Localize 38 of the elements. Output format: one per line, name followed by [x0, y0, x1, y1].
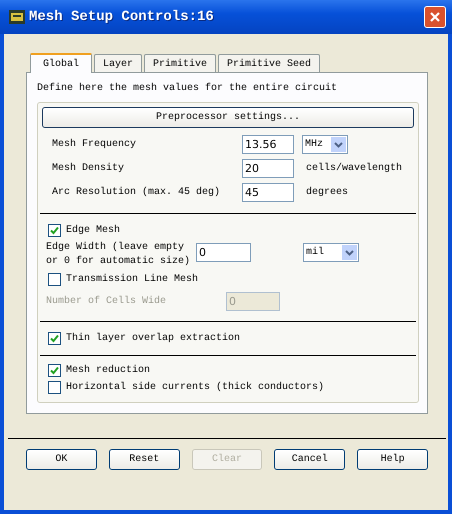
dialog-button[interactable]: Help: [357, 449, 428, 470]
caret-icon: [345, 250, 354, 256]
checkbox[interactable]: [48, 332, 61, 345]
unit-dropdown[interactable]: MHz: [302, 135, 348, 154]
window-title: Mesh Setup Controls:16: [29, 9, 215, 25]
tab[interactable]: Layer: [94, 54, 142, 72]
field-label: Edge Width (leave empty or 0 for automatic size): [46, 241, 192, 269]
caret-icon: [334, 142, 343, 148]
dialog-button[interactable]: OK: [26, 449, 97, 470]
input-field[interactable]: 45: [242, 183, 294, 202]
close-button[interactable]: [424, 6, 446, 28]
app-icon: [9, 10, 25, 24]
checkbox[interactable]: [48, 224, 61, 237]
unit-label: degrees: [306, 187, 348, 198]
dialog-button[interactable]: Cancel: [274, 449, 346, 470]
checkbox-label: Thin layer overlap extraction: [66, 333, 240, 344]
unit-label: cells/wavelength: [306, 163, 402, 174]
input-field[interactable]: 20: [242, 159, 294, 178]
checkbox[interactable]: [48, 364, 61, 377]
preprocessor-button[interactable]: Preprocessor settings...: [42, 107, 414, 128]
close-icon: [429, 11, 441, 23]
tab[interactable]: Global: [30, 53, 92, 73]
input-field[interactable]: 13.56: [242, 135, 294, 154]
description-text: Define here the mesh values for the entire circuit: [37, 83, 338, 94]
tab[interactable]: Primitive: [144, 54, 216, 72]
checkbox-label: Horizontal side currents (thick conductors): [66, 382, 324, 393]
checkbox-label: Mesh reduction: [66, 365, 150, 376]
tab[interactable]: Primitive Seed: [218, 54, 320, 72]
checkbox-label: Edge Mesh: [66, 225, 120, 236]
input-field[interactable]: 0: [196, 243, 251, 262]
field-label: Mesh Frequency: [52, 139, 138, 150]
field-label: Arc Resolution (max. 45 deg): [52, 187, 222, 198]
field-label: Mesh Density: [52, 163, 126, 174]
unit-dropdown[interactable]: mil: [303, 243, 359, 262]
checkbox[interactable]: [48, 381, 61, 394]
checkbox-label: Transmission Line Mesh: [66, 274, 198, 285]
field-label: Number of Cells Wide: [46, 296, 168, 307]
dialog-button[interactable]: Reset: [108, 449, 180, 470]
